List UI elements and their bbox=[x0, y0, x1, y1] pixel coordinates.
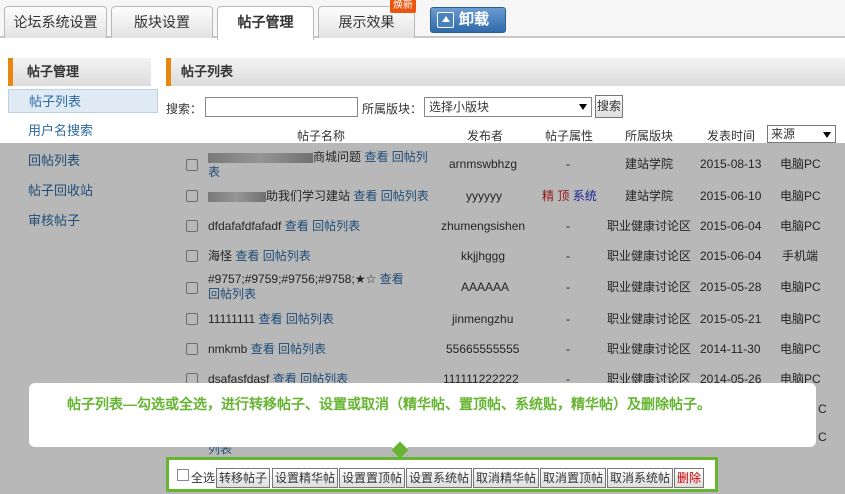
top-tab-bar: 论坛系统设置 版块设置 帖子管理 展示效果 焕新 卸载 bbox=[0, 0, 845, 40]
delete-button[interactable]: 删除 bbox=[674, 468, 705, 488]
cancel-system-button[interactable]: 取消系统帖 bbox=[607, 468, 674, 488]
board-select[interactable]: 选择小版块 bbox=[424, 97, 592, 117]
tab-display-effect[interactable]: 展示效果 焕新 bbox=[318, 0, 416, 38]
column-header-author: 发布者 bbox=[467, 129, 504, 143]
tab-label: 帖子管理 bbox=[237, 14, 294, 30]
source-select[interactable]: 来源 bbox=[767, 125, 836, 143]
tab-label: 版块设置 bbox=[134, 14, 190, 30]
tooltip-text: 帖子列表—勾选或全选，进行转移帖子、设置或取消（精华帖、置顶帖、系统贴，精华帖）… bbox=[67, 396, 711, 412]
column-header-attr: 帖子属性 bbox=[545, 129, 594, 143]
tab-forum-settings[interactable]: 论坛系统设置 bbox=[4, 6, 107, 38]
main-title: 帖子列表 bbox=[166, 58, 845, 86]
tab-board-settings[interactable]: 版块设置 bbox=[111, 6, 213, 38]
set-essence-button[interactable]: 设置精华帖 bbox=[272, 468, 339, 488]
eject-icon bbox=[437, 12, 454, 28]
search-input[interactable] bbox=[205, 97, 358, 117]
tab-post-management[interactable]: 帖子管理 bbox=[217, 6, 314, 40]
source-select-value: 来源 bbox=[771, 127, 796, 141]
guide-tooltip: 帖子列表—勾选或全选，进行转移帖子、设置或取消（精华帖、置顶帖、系统贴，精华帖）… bbox=[29, 383, 816, 447]
bulk-action-bar: 全选 转移帖子 设置精华帖 设置置顶帖 设置系统帖 取消精华帖 取消置顶帖 取消… bbox=[166, 457, 718, 492]
column-header-board: 所属版块 bbox=[625, 129, 674, 143]
tab-label: 论坛系统设置 bbox=[13, 14, 98, 30]
cancel-top-button[interactable]: 取消置顶帖 bbox=[540, 468, 607, 488]
select-all-label: 全选 bbox=[191, 471, 216, 485]
select-all-checkbox[interactable] bbox=[177, 469, 189, 481]
uninstall-label: 卸载 bbox=[459, 11, 490, 28]
set-system-button[interactable]: 设置系统帖 bbox=[406, 468, 473, 488]
board-label: 所属版块： bbox=[362, 102, 423, 116]
move-posts-button[interactable]: 转移帖子 bbox=[216, 468, 271, 488]
sidebar-item-post-list[interactable]: 帖子列表 bbox=[8, 89, 158, 113]
sidebar-title: 帖子管理 bbox=[8, 58, 151, 86]
search-button[interactable]: 搜索 bbox=[595, 95, 623, 118]
chevron-down-icon bbox=[823, 132, 831, 138]
sidebar-item-username-search[interactable]: 用户名搜索 bbox=[8, 119, 151, 143]
search-label: 搜索： bbox=[166, 102, 203, 116]
column-header-title: 帖子名称 bbox=[297, 129, 346, 143]
set-top-button[interactable]: 设置置顶帖 bbox=[339, 468, 406, 488]
column-header-date: 发表时间 bbox=[707, 129, 756, 143]
uninstall-button[interactable]: 卸载 bbox=[430, 7, 506, 33]
cancel-essence-button[interactable]: 取消精华帖 bbox=[473, 468, 540, 488]
tab-label: 展示效果 bbox=[338, 14, 395, 30]
board-select-value: 选择小版块 bbox=[429, 100, 490, 114]
new-badge: 焕新 bbox=[390, 0, 416, 13]
chevron-down-icon bbox=[579, 104, 587, 110]
